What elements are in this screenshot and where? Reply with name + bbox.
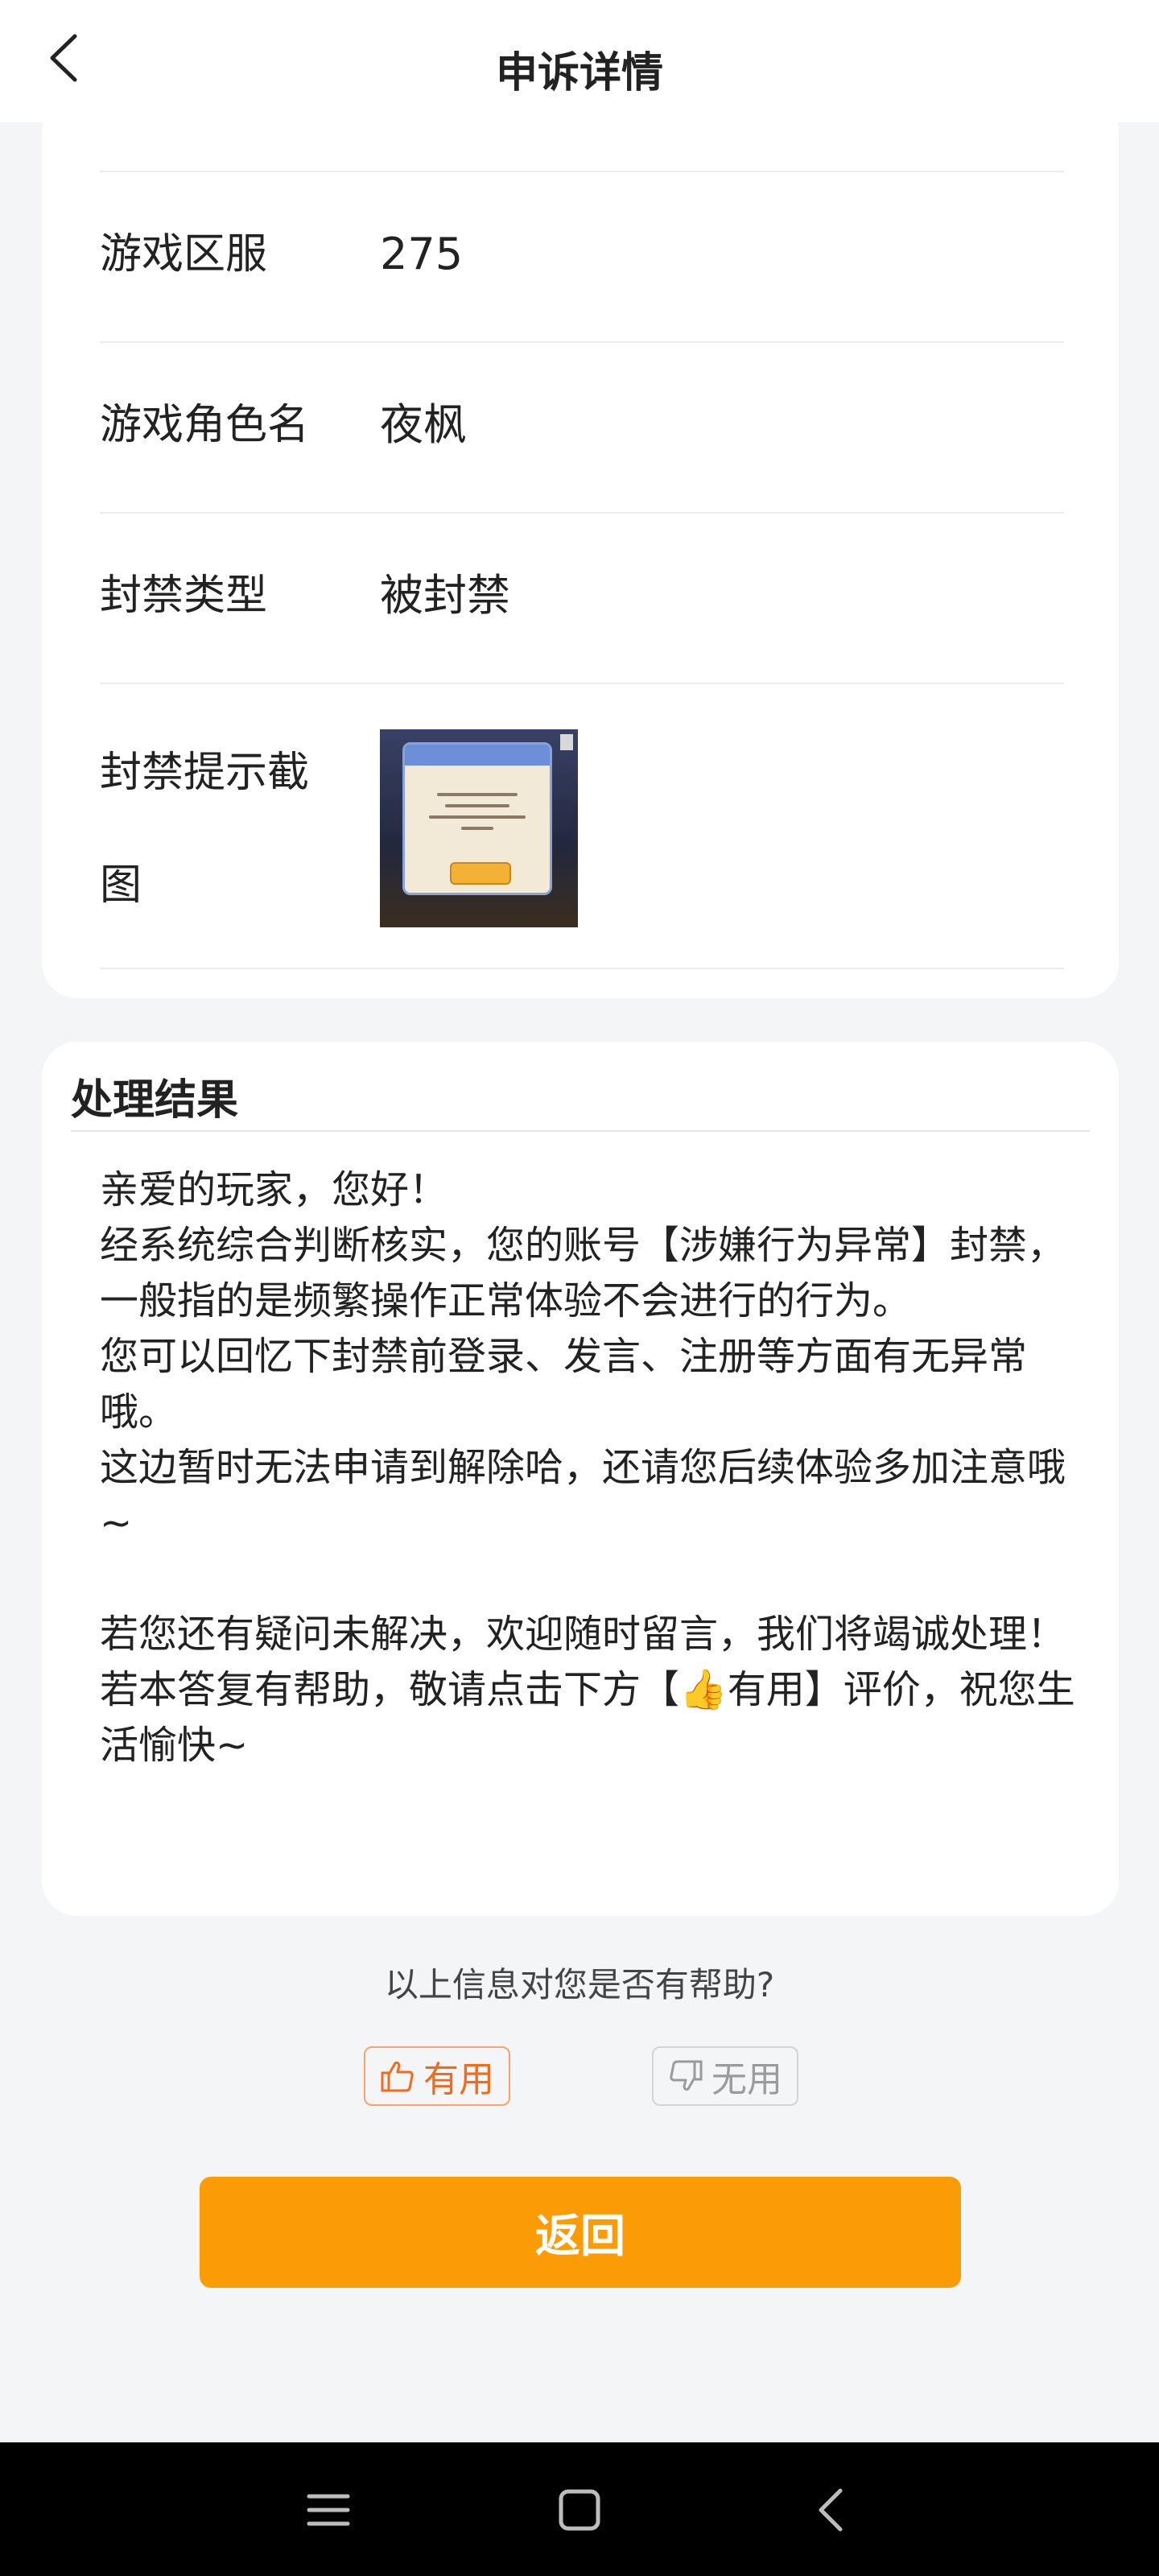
result-line: 亲爱的玩家，您好！ — [100, 1167, 448, 1212]
nav-menu-button[interactable] — [296, 2478, 361, 2542]
divider — [100, 341, 1064, 343]
divider — [100, 512, 1064, 514]
divider — [100, 968, 1064, 969]
divider — [71, 1130, 1090, 1132]
role-name-value: 夜枫 — [380, 399, 467, 450]
result-line: 若您还有疑问未解决，欢迎随时留言，我们将竭诚处理！ — [100, 1612, 1066, 1657]
back-triangle-icon — [819, 2488, 843, 2532]
useful-label: 有用 — [423, 2059, 494, 2100]
appeal-detail-page: 游戏区服 275 游戏角色名 夜枫 封禁类型 被封禁 封禁提示截图 申诉详情 处… — [0, 0, 1159, 2576]
system-nav-bar — [0, 2442, 1159, 2576]
home-square-icon — [559, 2489, 600, 2531]
ban-type-value: 被封禁 — [380, 570, 510, 621]
nav-home-button[interactable] — [547, 2478, 612, 2542]
server-value: 275 — [380, 229, 464, 279]
role-name-label: 游戏角色名 — [100, 401, 310, 449]
result-line: 经系统综合判断核实，您的账号【涉嫌行为异常】封禁，一般指的是频繁操作正常体验不会… — [100, 1223, 1066, 1323]
result-card: 处理结果 亲爱的玩家，您好！ 经系统综合判断核实，您的账号【涉嫌行为异常】封禁，… — [42, 1042, 1119, 1916]
result-line: 若本答复有帮助，敬请点击下方【👍有用】评价，祝您生活愉快~ — [100, 1667, 1075, 1768]
return-button[interactable]: 返回 — [200, 2177, 961, 2288]
divider — [100, 171, 1064, 172]
result-line: 您可以回忆下封禁前登录、发言、注册等方面有无异常哦。 — [100, 1334, 1028, 1435]
useful-button[interactable]: 有用 — [364, 2046, 510, 2106]
ban-type-label: 封禁类型 — [100, 572, 268, 620]
feedback-question: 以上信息对您是否有帮助? — [384, 1965, 775, 2004]
ban-screenshot-thumbnail[interactable] — [380, 729, 578, 927]
menu-icon — [307, 2494, 350, 2526]
page-title: 申诉详情 — [495, 49, 663, 97]
result-line: 这边暂时无法申请到解除哈，还请您后续体验多加注意哦~ — [100, 1445, 1066, 1546]
nav-back-button[interactable] — [798, 2478, 863, 2542]
useless-label: 无用 — [711, 2059, 782, 2100]
thumbs-down-icon — [670, 2060, 703, 2091]
useless-button[interactable]: 无用 — [652, 2046, 798, 2106]
result-message: 亲爱的玩家，您好！ 经系统综合判断核实，您的账号【涉嫌行为异常】封禁，一般指的是… — [100, 1162, 1082, 1773]
ban-screenshot-label: 封禁提示截图 — [100, 749, 310, 910]
appeal-info-card: 游戏区服 275 游戏角色名 夜枫 封禁类型 被封禁 封禁提示截图 — [42, 97, 1119, 998]
result-title: 处理结果 — [71, 1076, 239, 1125]
thumbs-up-icon — [381, 2061, 414, 2092]
top-bar: 申诉详情 — [0, 0, 1159, 122]
divider — [100, 683, 1064, 684]
server-label: 游戏区服 — [100, 230, 268, 279]
